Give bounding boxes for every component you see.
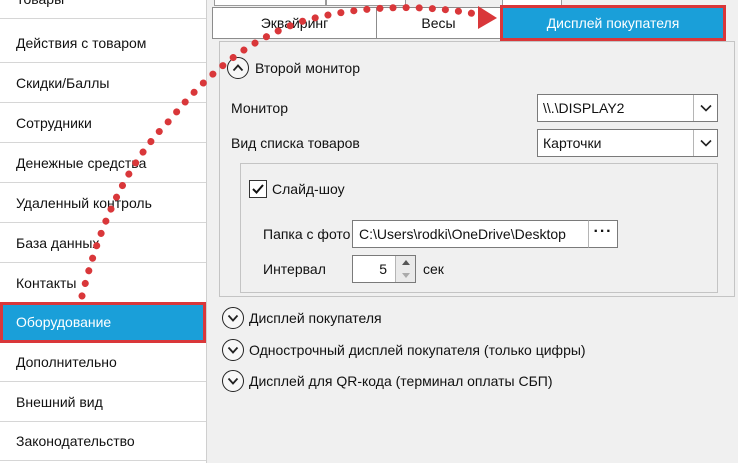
tab-customer-display[interactable]: Дисплей покупателя xyxy=(500,5,726,41)
tab-acquiring[interactable]: Эквайринг xyxy=(212,7,377,39)
decrement-arrow-icon[interactable] xyxy=(395,269,415,282)
slideshow-label[interactable]: Слайд-шоу xyxy=(272,181,345,197)
sidebar-item-money[interactable]: Денежные средства xyxy=(0,144,206,183)
interval-label: Интервал xyxy=(263,261,326,277)
collapse-chevron-icon[interactable] xyxy=(227,57,249,79)
expand-chevron-icon[interactable] xyxy=(222,339,244,361)
interval-value: 5 xyxy=(379,261,387,277)
interval-spinner[interactable]: 5 xyxy=(352,255,416,283)
list-view-select[interactable]: Карточки xyxy=(537,129,718,157)
photo-folder-input[interactable]: C:\Users\rodki\OneDrive\Desktop xyxy=(352,220,589,248)
expand-chevron-icon[interactable] xyxy=(222,307,244,329)
tab-row-upper-fragment xyxy=(214,0,326,6)
browse-folder-button[interactable]: ··· xyxy=(588,220,618,248)
sidebar-item-appearance[interactable]: Внешний вид xyxy=(0,383,206,422)
tab-row-upper-fragment xyxy=(502,0,562,6)
chevron-down-icon[interactable] xyxy=(693,130,717,156)
sidebar-item-additional[interactable]: Дополнительно xyxy=(0,343,206,382)
sidebar-item-remote-control[interactable]: Удаленный контроль xyxy=(0,184,206,223)
tab-row-upper-fragment xyxy=(326,0,406,6)
section-qr-display[interactable]: Дисплей для QR-кода (терминал оплаты СБП… xyxy=(249,373,553,389)
sidebar-item-database[interactable]: База данных xyxy=(0,224,206,263)
monitor-select[interactable]: \\.\DISPLAY2 xyxy=(537,94,718,122)
sidebar-item-product-actions[interactable]: Действия с товаром xyxy=(0,24,206,63)
sidebar-item-discounts[interactable]: Скидки/Баллы xyxy=(0,64,206,103)
settings-sidebar: Товары Действия с товаром Скидки/Баллы С… xyxy=(0,0,207,463)
equipment-panel: Эквайринг Весы Дисплей покупателя Второй… xyxy=(212,0,738,463)
section-customer-display[interactable]: Дисплей покупателя xyxy=(249,310,382,326)
sidebar-item-legislation[interactable]: Законодательство xyxy=(0,422,206,461)
second-monitor-title[interactable]: Второй монитор xyxy=(255,60,360,76)
photo-folder-label: Папка с фото xyxy=(263,226,351,242)
photo-folder-value: C:\Users\rodki\OneDrive\Desktop xyxy=(359,226,566,242)
section-single-line-display[interactable]: Однострочный дисплей покупателя (только … xyxy=(249,342,586,358)
increment-arrow-icon[interactable] xyxy=(395,256,415,269)
chevron-down-icon[interactable] xyxy=(693,95,717,121)
interval-unit: сек xyxy=(423,261,444,277)
sidebar-item-contacts[interactable]: Контакты xyxy=(0,264,206,303)
tab-scales[interactable]: Весы xyxy=(376,7,501,39)
sidebar-item-equipment[interactable]: Оборудование xyxy=(0,302,206,343)
monitor-select-value: \\.\DISPLAY2 xyxy=(543,100,625,116)
monitor-label: Монитор xyxy=(231,100,288,116)
second-monitor-group: Второй монитор Монитор \\.\DISPLAY2 Вид … xyxy=(219,41,735,297)
expand-chevron-icon[interactable] xyxy=(222,370,244,392)
list-view-select-value: Карточки xyxy=(543,135,602,151)
slideshow-group: Слайд-шоу Папка с фото C:\Users\rodki\On… xyxy=(240,163,718,293)
slideshow-checkbox[interactable] xyxy=(249,180,267,198)
list-view-label: Вид списка товаров xyxy=(231,135,360,151)
sidebar-item-products[interactable]: Товары xyxy=(0,0,206,19)
sidebar-item-employees[interactable]: Сотрудники xyxy=(0,104,206,143)
